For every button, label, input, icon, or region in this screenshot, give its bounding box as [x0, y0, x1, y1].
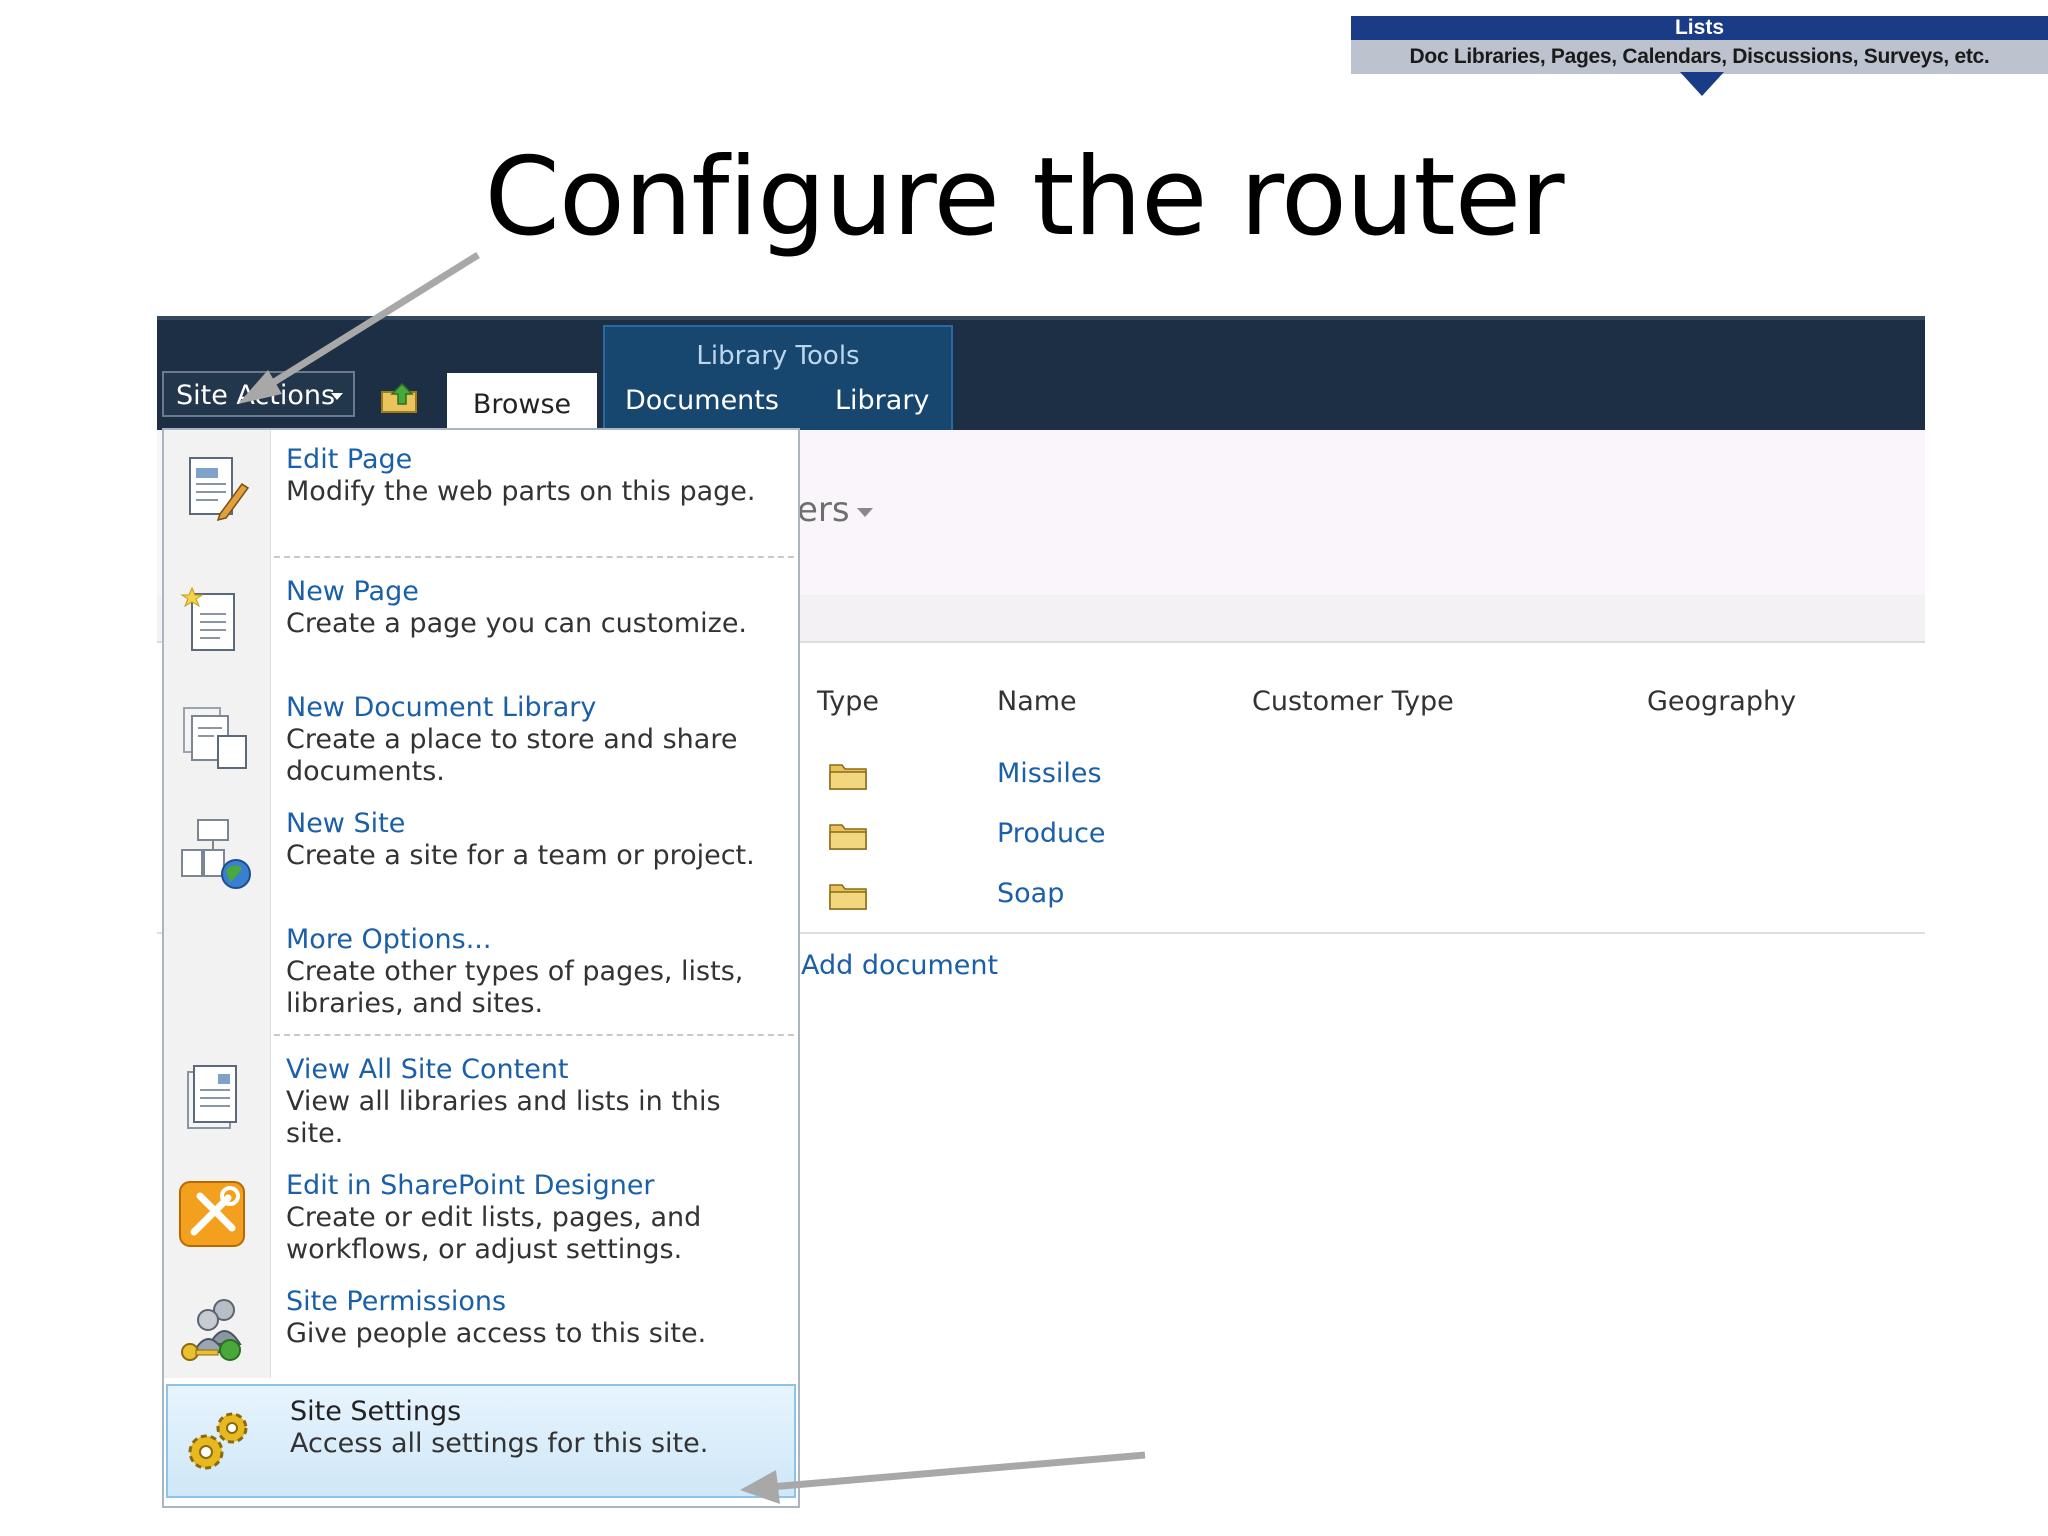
menu-item-desc: Create a page you can customize. [286, 608, 748, 639]
menu-item-edit-in-sharepoint-designer[interactable]: Edit in SharePoint Designer Create or ed… [164, 1170, 798, 1270]
tab-library[interactable]: Library [835, 385, 929, 416]
tab-documents[interactable]: Documents [625, 385, 779, 416]
menu-item-title: New Page [286, 576, 419, 607]
chevron-down-icon [331, 393, 343, 400]
column-header-name[interactable]: Name [997, 686, 1077, 717]
item-link-missiles[interactable]: Missiles [997, 758, 1102, 789]
menu-item-desc: Create or edit lists, pages, and workflo… [286, 1202, 702, 1265]
menu-item-more-options[interactable]: More Options... Create other types of pa… [164, 924, 798, 1024]
column-header-geography[interactable]: Geography [1647, 686, 1796, 717]
menu-item-site-permissions[interactable]: Site Permissions Give people access to t… [164, 1286, 798, 1376]
slide-title: Configure the router [484, 135, 1564, 260]
item-link-produce[interactable]: Produce [997, 818, 1106, 849]
view-caret-icon[interactable] [857, 508, 873, 517]
menu-item-desc: Create other types of pages, lists, libr… [286, 956, 744, 1019]
menu-item-new-page[interactable]: New Page Create a page you can customize… [164, 576, 798, 676]
menu-item-title: New Document Library [286, 692, 597, 723]
menu-item-desc: Create a place to store and share docume… [286, 724, 738, 787]
menu-item-view-all-site-content[interactable]: View All Site Content View all libraries… [164, 1054, 798, 1154]
menu-item-desc: Create a site for a team or project. [286, 840, 755, 871]
menu-item-edit-page[interactable]: Edit Page Modify the web parts on this p… [164, 444, 798, 554]
gears-icon [188, 1412, 248, 1470]
folder-icon [829, 884, 867, 910]
navigate-up-icon[interactable] [380, 382, 420, 414]
menu-item-title: Edit Page [286, 444, 413, 475]
lists-legend: Lists Doc Libraries, Pages, Calendars, D… [1351, 16, 2048, 74]
menu-item-new-document-library[interactable]: New Document Library Create a place to s… [164, 692, 798, 792]
ribbon: Site Actions Browse Library Tools Docume… [157, 316, 1925, 430]
site-permissions-icon [181, 1299, 242, 1361]
down-arrow-icon [1680, 72, 1724, 96]
menu-item-title: More Options... [286, 924, 492, 955]
library-tools-title: Library Tools [696, 341, 860, 371]
menu-item-new-site[interactable]: New Site Create a site for a team or pro… [164, 808, 798, 908]
column-header-customer-type[interactable]: Customer Type [1252, 686, 1454, 717]
column-header-type[interactable]: Type [817, 686, 879, 717]
menu-item-title: Site Permissions [286, 1286, 507, 1317]
ribbon-divider [157, 316, 1925, 320]
view-selector-label[interactable]: ers [797, 490, 850, 530]
library-tools-group: Library Tools Documents Library [603, 325, 953, 430]
menu-separator [274, 556, 794, 558]
menu-item-desc: Give people access to this site. [286, 1318, 707, 1349]
edit-page-icon [189, 457, 250, 522]
menu-item-title: View All Site Content [286, 1054, 569, 1085]
tab-browse[interactable]: Browse [447, 373, 597, 430]
folder-icon [829, 764, 867, 790]
new-document-library-icon [183, 707, 247, 769]
menu-item-desc: Modify the web parts on this page. [286, 476, 756, 507]
folder-icon [829, 824, 867, 850]
site-actions-button[interactable]: Site Actions [162, 371, 355, 417]
sharepoint-screenshot: Site Actions Browse Library Tools Docume… [157, 316, 1925, 1510]
item-link-soap[interactable]: Soap [997, 878, 1064, 909]
site-actions-menu: Edit Page Modify the web parts on this p… [162, 428, 800, 1508]
lists-legend-title: Lists [1351, 16, 2048, 40]
menu-separator [274, 1034, 794, 1036]
sharepoint-designer-icon [179, 1181, 245, 1247]
new-site-icon [181, 819, 251, 889]
menu-item-desc: Access all settings for this site. [290, 1428, 709, 1459]
add-document-link[interactable]: Add document [801, 950, 998, 981]
menu-item-site-settings[interactable]: Site Settings Access all settings for th… [166, 1384, 796, 1498]
view-all-content-icon [187, 1065, 237, 1129]
site-actions-label: Site Actions [176, 380, 336, 411]
menu-item-desc: View all libraries and lists in this sit… [286, 1086, 721, 1149]
menu-item-title: Site Settings [290, 1396, 462, 1427]
menu-item-title: New Site [286, 808, 406, 839]
lists-legend-subtitle: Doc Libraries, Pages, Calendars, Discuss… [1351, 40, 2048, 74]
new-page-icon [180, 586, 235, 651]
menu-item-title: Edit in SharePoint Designer [286, 1170, 655, 1201]
